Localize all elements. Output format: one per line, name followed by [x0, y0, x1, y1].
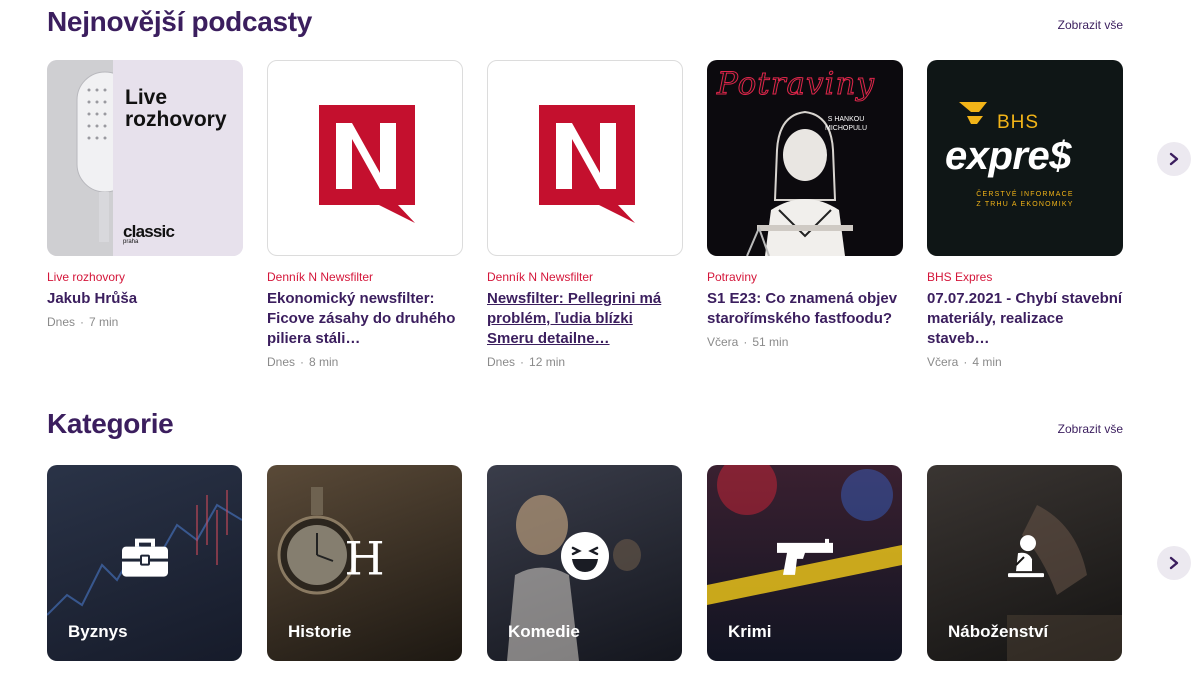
cover-title: Live rozhovory — [125, 86, 227, 131]
category-card-nabozenstvi[interactable]: Náboženství — [927, 465, 1122, 661]
dennik-n-logo-icon — [319, 105, 415, 223]
episode-title[interactable]: Newsfilter: Pellegrini má problém, ľudia… — [487, 289, 683, 349]
expres-label: expre$ — [945, 134, 1071, 178]
category-card-byznys[interactable]: Byznys — [47, 465, 242, 661]
podcast-card[interactable]: BHS expre$ ČERSTVÉ INFORMACE Z TRHU A EK… — [927, 60, 1123, 369]
section-title: Nejnovější podcasty — [47, 6, 313, 37]
category-label: Náboženství — [948, 622, 1049, 641]
dennik-n-logo-icon — [539, 105, 635, 223]
episode-title[interactable]: 07.07.2021 - Chybí stavební materiály, r… — [927, 289, 1123, 349]
category-label: Krimi — [728, 622, 772, 641]
podcast-cover[interactable]: BHS expre$ ČERSTVÉ INFORMACE Z TRHU A EK… — [927, 60, 1123, 256]
category-label: Byznys — [68, 622, 128, 641]
latest-podcasts-section: Nejnovější podcasty Zobrazit vše Live ro — [0, 0, 1200, 385]
podcast-card[interactable]: Denník N Newsfilter Ekonomický newsfilte… — [267, 60, 463, 369]
letter-h-icon: H — [344, 531, 385, 586]
cover-title: Potraviny — [717, 66, 875, 103]
category-card-komedie[interactable]: Komedie — [487, 465, 682, 661]
show-name[interactable]: Denník N Newsfilter — [487, 270, 683, 284]
episode-meta: Včera · 4 min — [927, 355, 1002, 369]
podcast-cover[interactable]: Live rozhovory classic praha — [47, 60, 243, 256]
episode-meta: Dnes · 8 min — [267, 355, 339, 369]
podcast-card[interactable]: Denník N Newsfilter Newsfilter: Pellegri… — [487, 60, 683, 369]
category-card-historie[interactable]: H Historie — [267, 465, 462, 661]
show-name[interactable]: BHS Expres — [927, 270, 1123, 284]
section-title: Kategorie — [47, 408, 174, 439]
episode-title[interactable]: Ekonomický newsfilter: Ficove zásahy do … — [267, 289, 463, 349]
bhs-label: BHS — [997, 112, 1040, 133]
cover-subtitle: ČERSTVÉ INFORMACE Z TRHU A EKONOMIKY — [976, 191, 1074, 208]
next-arrow-button[interactable] — [1157, 142, 1191, 176]
podcast-cover[interactable]: Potraviny S HANKOU MICHOPULU — [707, 60, 903, 256]
podcast-card[interactable]: Potraviny S HANKOU MICHOPULU Potraviny S… — [707, 60, 903, 349]
cover-subtitle: S HANKOU MICHOPULU — [825, 116, 868, 132]
praying-person-icon — [1002, 531, 1048, 586]
episode-meta: Dnes · 12 min — [487, 355, 566, 369]
show-name[interactable]: Live rozhovory — [47, 270, 243, 284]
see-all-link[interactable]: Zobrazit vše — [1058, 18, 1123, 32]
episode-meta: Dnes · 7 min — [47, 315, 119, 329]
classic-logo: classic praha — [123, 222, 175, 245]
episode-meta: Včera · 51 min — [707, 335, 789, 349]
category-label: Komedie — [508, 622, 580, 641]
briefcase-icon — [120, 535, 170, 584]
podcast-cover[interactable] — [487, 60, 683, 256]
see-all-link[interactable]: Zobrazit vše — [1058, 422, 1123, 436]
chevron-right-icon — [1169, 152, 1179, 166]
pistol-icon — [775, 537, 835, 582]
categories-section: Kategorie Zobrazit vše Byznys H Historie — [0, 400, 1200, 675]
podcast-card[interactable]: Live rozhovory classic praha Live rozhov… — [47, 60, 243, 329]
laughing-face-icon — [559, 530, 611, 587]
episode-title[interactable]: Jakub Hrůša — [47, 289, 243, 309]
next-arrow-button[interactable] — [1157, 546, 1191, 580]
category-label: Historie — [288, 622, 352, 641]
show-name[interactable]: Potraviny — [707, 270, 903, 284]
category-card-krimi[interactable]: Krimi — [707, 465, 902, 661]
episode-title[interactable]: S1 E23: Co znamená objev starořímského f… — [707, 289, 903, 329]
show-name[interactable]: Denník N Newsfilter — [267, 270, 463, 284]
podcast-cover[interactable] — [267, 60, 463, 256]
chevron-right-icon — [1169, 556, 1179, 570]
